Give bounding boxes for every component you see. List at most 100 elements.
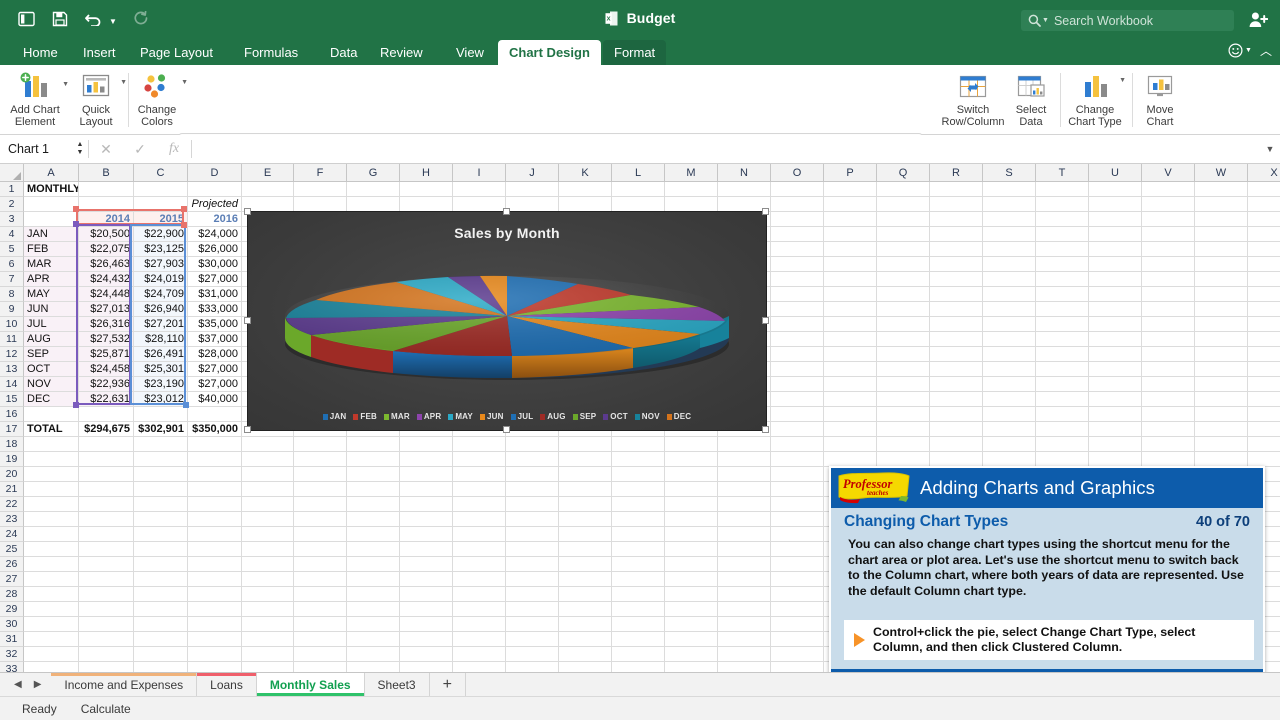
row-header-11[interactable]: 11: [0, 332, 24, 347]
cell-L24[interactable]: [612, 527, 665, 542]
cell-V18[interactable]: [1142, 437, 1195, 452]
cell-M26[interactable]: [665, 557, 718, 572]
cell-C23[interactable]: [134, 512, 188, 527]
cell-A20[interactable]: [24, 467, 79, 482]
cell-O24[interactable]: [771, 527, 824, 542]
cell-T10[interactable]: [1036, 317, 1089, 332]
cell-A11[interactable]: AUG: [24, 332, 79, 347]
cell-M23[interactable]: [665, 512, 718, 527]
cell-V3[interactable]: [1142, 212, 1195, 227]
cell-X8[interactable]: [1248, 287, 1280, 302]
cell-A5[interactable]: FEB: [24, 242, 79, 257]
cell-U15[interactable]: [1089, 392, 1142, 407]
cell-F27[interactable]: [294, 572, 347, 587]
cell-S13[interactable]: [983, 362, 1036, 377]
cell-F19[interactable]: [294, 452, 347, 467]
cell-H33[interactable]: [400, 662, 453, 672]
cell-T4[interactable]: [1036, 227, 1089, 242]
select-data-button[interactable]: Select Data: [1008, 65, 1054, 128]
cell-X4[interactable]: [1248, 227, 1280, 242]
column-header-H[interactable]: H: [400, 164, 453, 182]
cell-S1[interactable]: [983, 182, 1036, 197]
add-sheet-button[interactable]: +: [430, 673, 466, 696]
name-box[interactable]: Chart 1: [0, 135, 72, 164]
cell-Q9[interactable]: [877, 302, 930, 317]
cell-L30[interactable]: [612, 617, 665, 632]
cell-A4[interactable]: JAN: [24, 227, 79, 242]
cell-M22[interactable]: [665, 497, 718, 512]
column-header-A[interactable]: A: [24, 164, 79, 182]
cell-S15[interactable]: [983, 392, 1036, 407]
cell-A16[interactable]: [24, 407, 79, 422]
cell-I28[interactable]: [453, 587, 506, 602]
cell-D24[interactable]: [188, 527, 242, 542]
cell-B7[interactable]: $24,432: [79, 272, 134, 287]
cell-O4[interactable]: [771, 227, 824, 242]
cell-C17[interactable]: $302,901: [134, 422, 188, 437]
cell-V7[interactable]: [1142, 272, 1195, 287]
sheet-next-icon[interactable]: ▶: [34, 679, 42, 690]
cell-C32[interactable]: [134, 647, 188, 662]
cell-R6[interactable]: [930, 257, 983, 272]
cell-A6[interactable]: MAR: [24, 257, 79, 272]
cell-J27[interactable]: [506, 572, 559, 587]
cell-B6[interactable]: $26,463: [79, 257, 134, 272]
cell-M29[interactable]: [665, 602, 718, 617]
cell-L23[interactable]: [612, 512, 665, 527]
range-handle-tl[interactable]: [73, 206, 79, 212]
cell-Q15[interactable]: [877, 392, 930, 407]
cell-M25[interactable]: [665, 542, 718, 557]
cell-F21[interactable]: [294, 482, 347, 497]
cell-P1[interactable]: [824, 182, 877, 197]
cell-X19[interactable]: [1248, 452, 1280, 467]
cell-J29[interactable]: [506, 602, 559, 617]
cell-D4[interactable]: $24,000: [188, 227, 242, 242]
cell-J23[interactable]: [506, 512, 559, 527]
cell-J24[interactable]: [506, 527, 559, 542]
cell-N21[interactable]: [718, 482, 771, 497]
cell-D25[interactable]: [188, 542, 242, 557]
cell-O1[interactable]: [771, 182, 824, 197]
cell-G29[interactable]: [347, 602, 400, 617]
column-header-P[interactable]: P: [824, 164, 877, 182]
cell-U14[interactable]: [1089, 377, 1142, 392]
column-header-W[interactable]: W: [1195, 164, 1248, 182]
chart-handle-bottom-right[interactable]: [762, 426, 769, 433]
cell-C3[interactable]: 2015: [134, 212, 188, 227]
cell-M18[interactable]: [665, 437, 718, 452]
cell-B4[interactable]: $20,500: [79, 227, 134, 242]
cell-D1[interactable]: [188, 182, 242, 197]
cell-O26[interactable]: [771, 557, 824, 572]
cell-F1[interactable]: [294, 182, 347, 197]
cell-M32[interactable]: [665, 647, 718, 662]
cell-L26[interactable]: [612, 557, 665, 572]
cell-K21[interactable]: [559, 482, 612, 497]
cell-N28[interactable]: [718, 587, 771, 602]
cell-V14[interactable]: [1142, 377, 1195, 392]
cell-F24[interactable]: [294, 527, 347, 542]
cell-B29[interactable]: [79, 602, 134, 617]
cell-K31[interactable]: [559, 632, 612, 647]
cell-J28[interactable]: [506, 587, 559, 602]
cell-B28[interactable]: [79, 587, 134, 602]
cell-Q2[interactable]: [877, 197, 930, 212]
cell-A17[interactable]: TOTAL: [24, 422, 79, 437]
chart-object[interactable]: Sales by Month: [248, 212, 766, 430]
cell-B21[interactable]: [79, 482, 134, 497]
cell-I1[interactable]: [453, 182, 506, 197]
cell-O22[interactable]: [771, 497, 824, 512]
cell-O2[interactable]: [771, 197, 824, 212]
range-handle-purple-bl[interactable]: [73, 402, 79, 408]
collapse-ribbon-icon[interactable]: ︿: [1260, 42, 1272, 59]
cell-L22[interactable]: [612, 497, 665, 512]
cell-P6[interactable]: [824, 257, 877, 272]
sheet-tab-loans[interactable]: Loans: [197, 673, 257, 696]
cell-I21[interactable]: [453, 482, 506, 497]
cell-H27[interactable]: [400, 572, 453, 587]
pie-chart[interactable]: [248, 248, 766, 383]
tab-review[interactable]: Review: [369, 40, 434, 65]
cell-E31[interactable]: [242, 632, 294, 647]
cell-R7[interactable]: [930, 272, 983, 287]
cell-K28[interactable]: [559, 587, 612, 602]
cell-D5[interactable]: $26,000: [188, 242, 242, 257]
